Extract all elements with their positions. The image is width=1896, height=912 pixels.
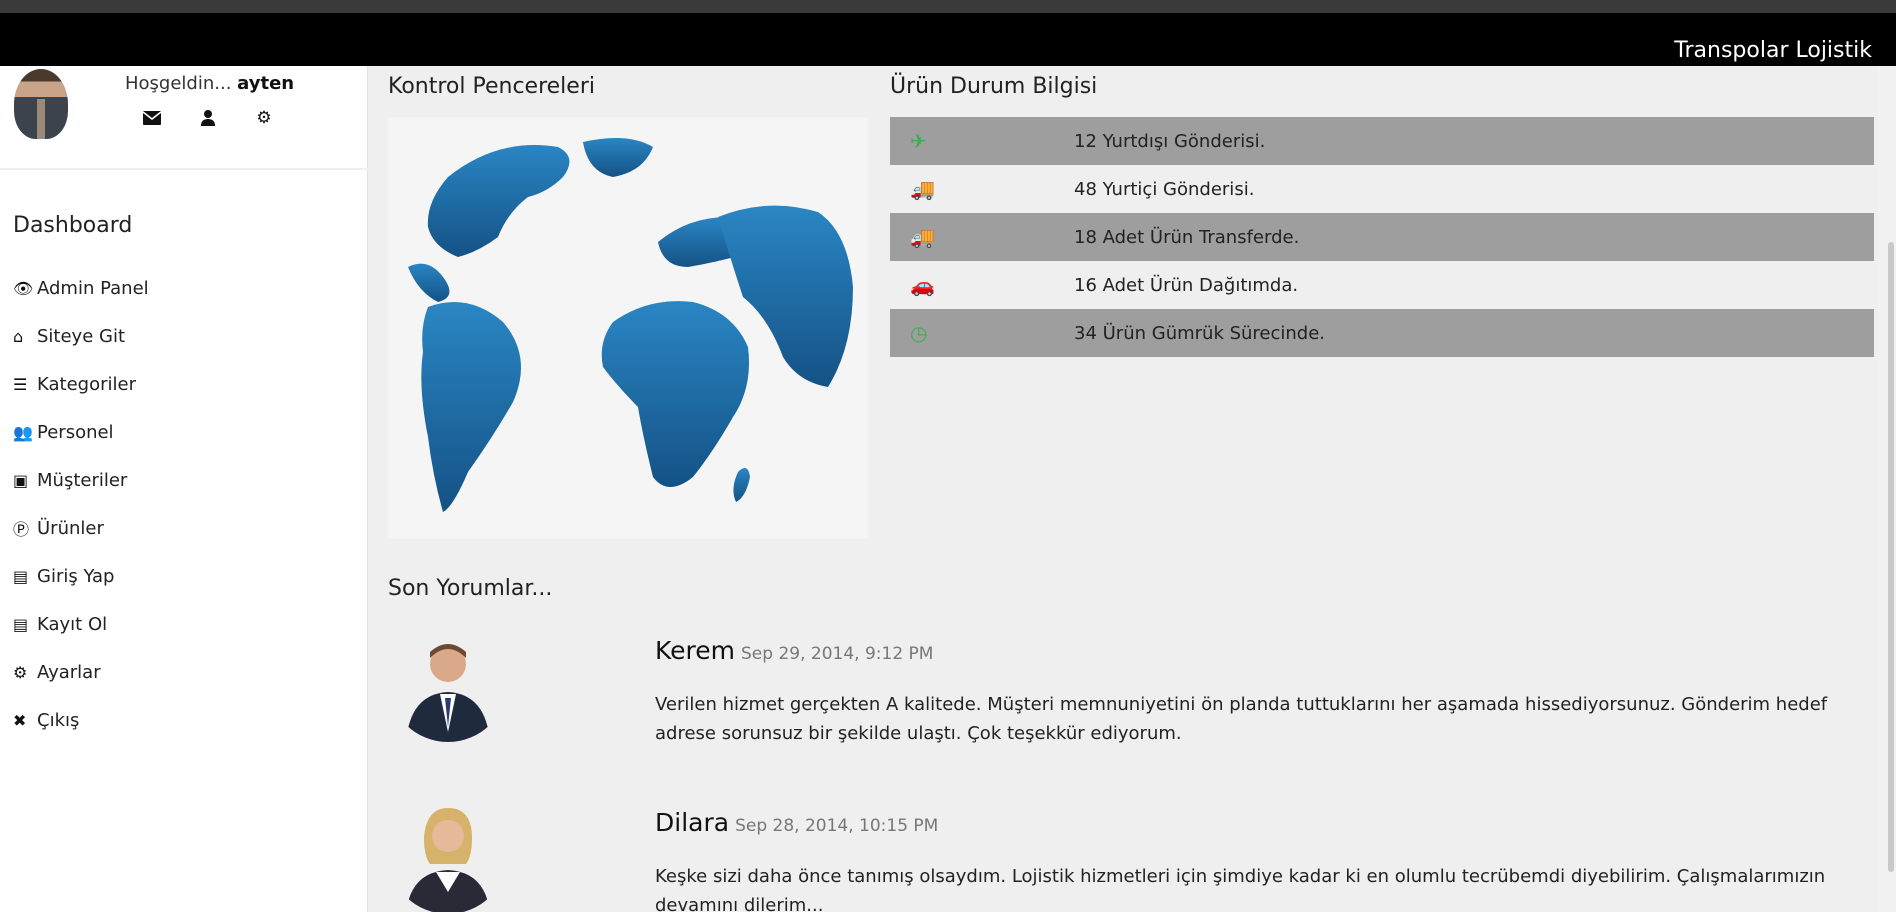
sidebar-item-label: Çıkış (37, 709, 80, 731)
close-icon: ✖ (13, 710, 27, 730)
comment-text: Keşke sizi daha önce tanımış olsaydım. L… (655, 866, 1826, 912)
sidebar-item-label: Müşteriler (37, 469, 128, 491)
sidebar-item-label: Siteye Git (37, 325, 126, 347)
sidebar-item-7[interactable]: ▤ Kayıt Ol (13, 600, 149, 648)
greeting: Hoşgeldin... (125, 73, 232, 94)
comment-text: Verilen hizmet gerçekten A kalitede. Müş… (655, 694, 1828, 744)
status-row: 🚗 16 Adet Ürün Dağıtımda. (890, 261, 1874, 309)
commenter-avatar (388, 794, 508, 912)
mail-icon[interactable] (140, 106, 164, 130)
truck-icon: 🚚 (910, 177, 935, 201)
scrollbar-thumb[interactable] (1888, 242, 1894, 872)
sidebar-item-5[interactable]: Ⓟ Ürünler (13, 504, 149, 552)
car-icon: 🚗 (910, 273, 935, 297)
status-row: 🚚 18 Adet Ürün Transferde. (890, 213, 1874, 261)
cogs-icon: ⚙ (13, 662, 28, 682)
sidebar-item-4[interactable]: ▣ Müşteriler (13, 456, 149, 504)
register-card-icon: ▤ (13, 614, 29, 634)
sidebar-item-label: Personel (37, 421, 114, 443)
sidebar-item-2[interactable]: ☰ Kategoriler (13, 360, 149, 408)
comment-date: Sep 28, 2014, 10:15 PM (735, 816, 939, 836)
sidebar-item-1[interactable]: ⌂ Siteye Git (13, 312, 149, 360)
commenter-name: Dilara Sep 28, 2014, 10:15 PM (655, 808, 938, 837)
users-icon: 👥 (13, 422, 33, 442)
comment-author: Dilara (655, 808, 730, 837)
commenter-avatar (388, 622, 508, 742)
status-text: 18 Adet Ürün Transferde. (1074, 226, 1300, 248)
list-icon: ☰ (13, 374, 28, 394)
sidebar-item-8[interactable]: ⚙ Ayarlar (13, 648, 149, 696)
sidebar-item-label: Kategoriler (37, 373, 136, 395)
status-row: ✈ 12 Yurtdışı Gönderisi. (890, 117, 1874, 165)
sidebar-item-3[interactable]: 👥 Personel (13, 408, 149, 456)
sidebar-item-0[interactable]: 👁 Admin Panel (13, 264, 149, 312)
sidebar-item-label: Giriş Yap (37, 565, 115, 587)
profile-actions: ⚙ (140, 106, 276, 130)
brand-title[interactable]: Transpolar Lojistik (1674, 38, 1872, 63)
sidebar-title: Dashboard (13, 213, 133, 238)
username: ayten (237, 73, 295, 94)
status-text: 34 Ürün Gümrük Sürecinde. (1074, 322, 1326, 344)
gear-icon[interactable]: ⚙ (252, 106, 276, 130)
avatar (14, 69, 68, 139)
window-top-strip (0, 0, 1896, 13)
eye-icon: 👁 (13, 278, 34, 298)
world-map-image (388, 117, 868, 539)
contact-card-icon: ▣ (13, 470, 29, 490)
status-text: 12 Yurtdışı Gönderisi. (1074, 130, 1266, 152)
sidebar-item-6[interactable]: ▤ Giriş Yap (13, 552, 149, 600)
status-row: ◷ 34 Ürün Gümrük Sürecinde. (890, 309, 1874, 357)
sidebar-item-label: Kayıt Ol (37, 613, 108, 635)
status-text: 48 Yurtiçi Gönderisi. (1074, 178, 1255, 200)
profile-panel: Hoşgeldin... ayten ⚙ (0, 66, 368, 170)
truck-icon: 🚚 (910, 225, 935, 249)
sidebar-item-label: Ürünler (37, 517, 104, 539)
comments-title: Son Yorumlar... (388, 576, 553, 601)
sidebar-item-label: Admin Panel (37, 277, 149, 299)
status-text: 16 Adet Ürün Dağıtımda. (1074, 274, 1299, 296)
sidebar-nav: 👁 Admin Panel ⌂ Siteye Git ☰ Kategoriler 👥 Pers… (13, 264, 149, 744)
id-card-icon: ▤ (13, 566, 29, 586)
top-navbar: Transpolar Lojistik (0, 13, 1896, 66)
sidebar-item-label: Ayarlar (37, 661, 101, 683)
sidebar-item-9[interactable]: ✖ Çıkış (13, 696, 149, 744)
page-scrollbar[interactable] (1878, 66, 1896, 912)
home-icon: ⌂ (13, 326, 24, 346)
control-title: Kontrol Pencereleri (388, 74, 595, 99)
status-title: Ürün Durum Bilgisi (890, 74, 1098, 99)
comment-author: Kerem (655, 636, 735, 665)
plane-icon: ✈ (910, 129, 927, 153)
comment-date: Sep 29, 2014, 9:12 PM (741, 644, 934, 664)
user-icon[interactable] (196, 106, 220, 130)
product-p-icon: Ⓟ (13, 520, 30, 539)
status-list: ✈ 12 Yurtdışı Gönderisi. 🚚 48 Yurtiçi Gönde… (890, 117, 1874, 357)
commenter-name: Kerem Sep 29, 2014, 9:12 PM (655, 636, 933, 665)
status-row: 🚚 48 Yurtiçi Gönderisi. (890, 165, 1874, 213)
welcome-text: Hoşgeldin... ayten (125, 73, 294, 94)
sidebar: Hoşgeldin... ayten ⚙ Dashboard 👁 Admin Pa… (0, 66, 368, 912)
clock-icon: ◷ (910, 321, 928, 345)
